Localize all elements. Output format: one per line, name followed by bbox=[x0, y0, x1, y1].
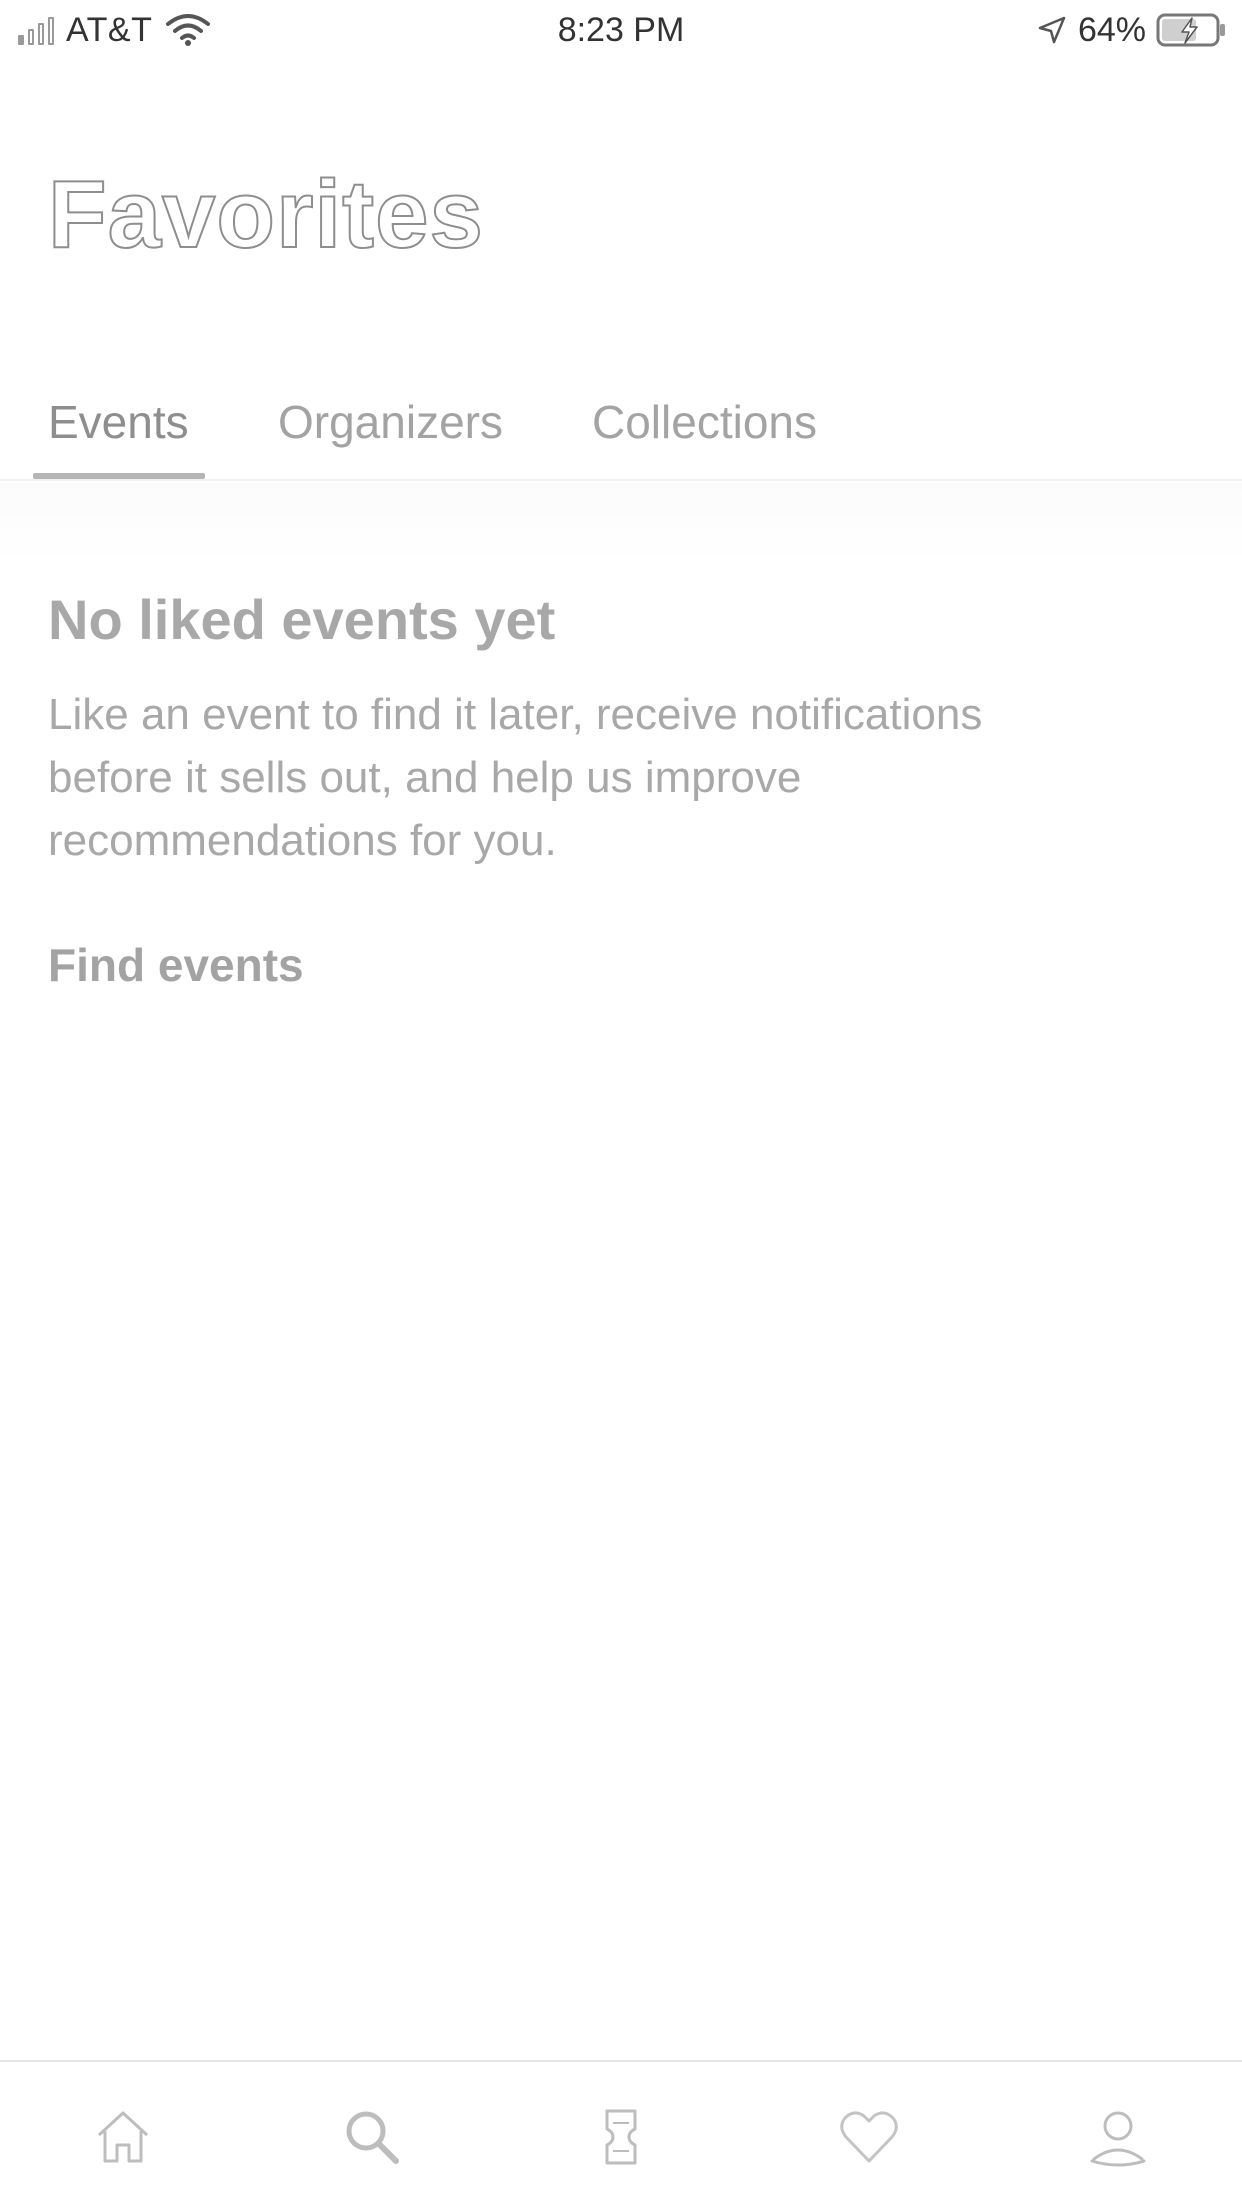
page-title: Favorites bbox=[47, 160, 484, 269]
status-right: 64% bbox=[1036, 8, 1228, 52]
nav-likes[interactable] bbox=[834, 2102, 904, 2172]
battery-percent: 64% bbox=[1077, 10, 1146, 49]
home-icon bbox=[97, 2111, 149, 2163]
find-events-link[interactable]: Find events bbox=[48, 934, 304, 996]
search-icon bbox=[346, 2111, 399, 2164]
location-arrow-icon bbox=[1038, 16, 1066, 44]
nav-search[interactable] bbox=[337, 2102, 407, 2172]
tab-collections[interactable]: Collections bbox=[592, 385, 817, 481]
empty-state-description: Like an event to find it later, receive … bbox=[48, 690, 983, 865]
heart-icon bbox=[840, 2111, 898, 2163]
battery-charging-icon bbox=[1156, 13, 1225, 47]
status-bar: AT&T 8:23 PM 64% bbox=[0, 0, 1242, 60]
tab-bar: Events Organizers Collections bbox=[0, 385, 1242, 481]
ticket-icon bbox=[605, 2109, 637, 2165]
nav-tickets[interactable] bbox=[586, 2102, 656, 2172]
tab-organizers[interactable]: Organizers bbox=[278, 385, 503, 481]
tab-events[interactable]: Events bbox=[48, 385, 189, 481]
bottom-nav bbox=[0, 2060, 1242, 2208]
active-tab-indicator bbox=[33, 473, 205, 479]
nav-home[interactable] bbox=[88, 2102, 158, 2172]
empty-state-heading: No liked events yet bbox=[48, 588, 556, 651]
tab-shadow bbox=[0, 483, 1242, 563]
nav-profile[interactable] bbox=[1083, 2102, 1153, 2172]
profile-icon bbox=[1090, 2111, 1146, 2167]
